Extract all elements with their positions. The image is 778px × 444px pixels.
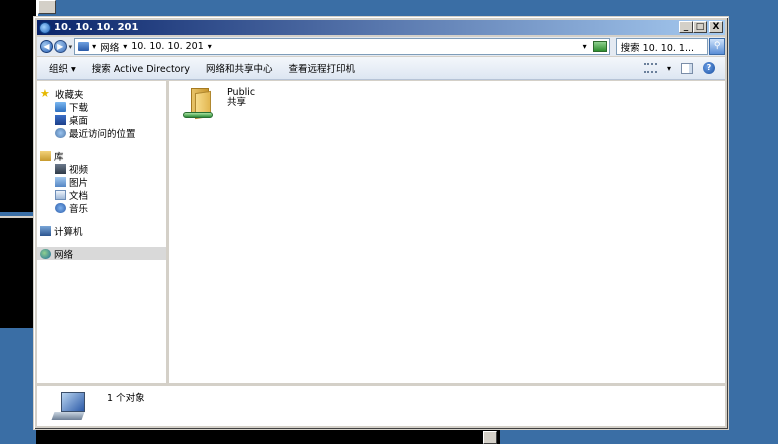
computer-group: 计算机 — [37, 224, 166, 238]
network-icon — [40, 248, 51, 259]
address-bar: ◀ ▶ ▾ ▾ 网络 ▾ 10. 10. 10. 201 ▾ ▾ 搜索 10. … — [37, 37, 726, 56]
documents-icon — [55, 189, 66, 200]
nav-label: 视频 — [69, 164, 89, 176]
breadcrumb-chevron-icon[interactable]: ▾ — [92, 42, 96, 51]
forward-arrow-icon[interactable]: ▶ — [53, 40, 67, 53]
view-controls: ▾ ? — [643, 62, 725, 74]
search-active-directory-button[interactable]: 搜索 Active Directory — [84, 61, 198, 75]
libraries-group: 库 视频 图片 文档 音乐 — [37, 149, 166, 215]
view-dropdown-icon[interactable]: ▾ — [667, 64, 671, 73]
computer-icon — [40, 225, 51, 236]
nav-label: 计算机 — [54, 226, 83, 238]
computer-icon — [51, 392, 91, 422]
nav-label: 网络 — [54, 249, 74, 261]
file-list[interactable]: Public 共享 — [169, 81, 725, 383]
nav-label: 收藏夹 — [55, 89, 84, 101]
change-view-icon[interactable] — [643, 63, 657, 73]
nav-item-computer[interactable]: 计算机 — [37, 224, 166, 238]
nav-label: 最近访问的位置 — [69, 128, 136, 140]
breadcrumb-host[interactable]: 10. 10. 10. 201 — [131, 41, 204, 52]
music-icon — [55, 202, 66, 213]
nav-item-downloads[interactable]: 下载 — [37, 100, 166, 114]
item-count: 1 个对象 — [107, 393, 145, 404]
view-remote-printers-button[interactable]: 查看远程打印机 — [281, 61, 364, 75]
window-controls: _ □ X — [679, 21, 723, 33]
desktop-icon — [55, 114, 66, 125]
help-icon[interactable]: ? — [703, 62, 715, 74]
nav-item-pictures[interactable]: 图片 — [37, 175, 166, 189]
nav-label: 图片 — [69, 177, 89, 189]
breadcrumb-chevron-icon[interactable]: ▾ — [208, 42, 212, 51]
library-icon — [40, 150, 51, 161]
background-console-window-2 — [0, 216, 36, 328]
shared-folder-icon — [183, 88, 219, 122]
refresh-icon[interactable] — [592, 41, 607, 52]
network-sharing-center-button[interactable]: 网络和共享中心 — [198, 61, 281, 75]
nav-item-desktop[interactable]: 桌面 — [37, 113, 166, 127]
nav-label: 库 — [54, 151, 64, 163]
breadcrumb-network[interactable]: 网络 — [100, 40, 119, 54]
nav-item-recent-places[interactable]: 最近访问的位置 — [37, 126, 166, 140]
command-bar: 组织 ▾ 搜索 Active Directory 网络和共享中心 查看远程打印机… — [37, 57, 725, 80]
network-breadcrumb-icon — [78, 42, 90, 51]
window-title: 10. 10. 10. 201 — [54, 22, 139, 33]
background-scroll-button — [38, 0, 56, 14]
title-bar[interactable]: 10. 10. 10. 201 _ □ X — [37, 20, 725, 35]
address-field[interactable]: ▾ 网络 ▾ 10. 10. 10. 201 ▾ ▾ — [74, 38, 610, 55]
search-icon[interactable]: ⚲ — [709, 38, 726, 55]
network-window-icon — [39, 21, 51, 34]
close-button[interactable]: X — [709, 21, 723, 33]
maximize-button[interactable]: □ — [693, 21, 707, 33]
nav-item-music[interactable]: 音乐 — [37, 201, 166, 215]
explorer-window: 10. 10. 10. 201 _ □ X ◀ ▶ ▾ ▾ 网络 ▾ 10. 1… — [33, 16, 729, 430]
nav-item-network[interactable]: 网络 — [37, 247, 166, 261]
nav-label: 文档 — [69, 190, 89, 202]
back-arrow-icon[interactable]: ◀ — [40, 40, 53, 53]
file-item[interactable]: Public 共享 — [183, 88, 255, 122]
nav-item-videos[interactable]: 视频 — [37, 162, 166, 176]
pictures-icon — [55, 176, 66, 187]
star-icon: ★ — [40, 86, 50, 100]
nav-label: 音乐 — [69, 203, 89, 215]
nav-item-documents[interactable]: 文档 — [37, 188, 166, 202]
details-pane: 1 个对象 — [37, 386, 725, 426]
file-item-type: 共享 — [227, 97, 247, 108]
minimize-button[interactable]: _ — [679, 21, 693, 33]
videos-icon — [55, 163, 66, 174]
file-item-text: Public 共享 — [227, 88, 255, 122]
favorites-group: ★ 收藏夹 下载 桌面 最近访问的位置 — [37, 86, 166, 140]
downloads-icon — [55, 101, 66, 112]
preview-pane-icon[interactable] — [681, 62, 693, 74]
nav-item-libraries[interactable]: 库 — [37, 149, 166, 163]
nav-item-favorites[interactable]: ★ 收藏夹 — [37, 86, 166, 101]
recent-places-icon — [55, 127, 66, 138]
main-area: ★ 收藏夹 下载 桌面 最近访问的位置 库 视频 图片 文档 音乐 计算机 网络… — [37, 81, 725, 383]
breadcrumb-chevron-icon[interactable]: ▾ — [123, 42, 127, 51]
address-dropdown-icon[interactable]: ▾ — [583, 42, 587, 51]
background-console-window — [0, 0, 36, 212]
nav-label: 下载 — [69, 102, 89, 114]
navigation-pane[interactable]: ★ 收藏夹 下载 桌面 最近访问的位置 库 视频 图片 文档 音乐 计算机 网络 — [37, 81, 169, 383]
nav-label: 桌面 — [69, 115, 89, 127]
background-scroll-button-bottom — [483, 431, 497, 444]
history-dropdown-icon[interactable]: ▾ — [69, 43, 73, 51]
organize-button[interactable]: 组织 ▾ — [37, 61, 84, 75]
network-group: 网络 — [37, 247, 166, 261]
background-console-bottom — [36, 430, 500, 444]
search-input[interactable]: 搜索 10. 10. 1... — [615, 38, 709, 55]
